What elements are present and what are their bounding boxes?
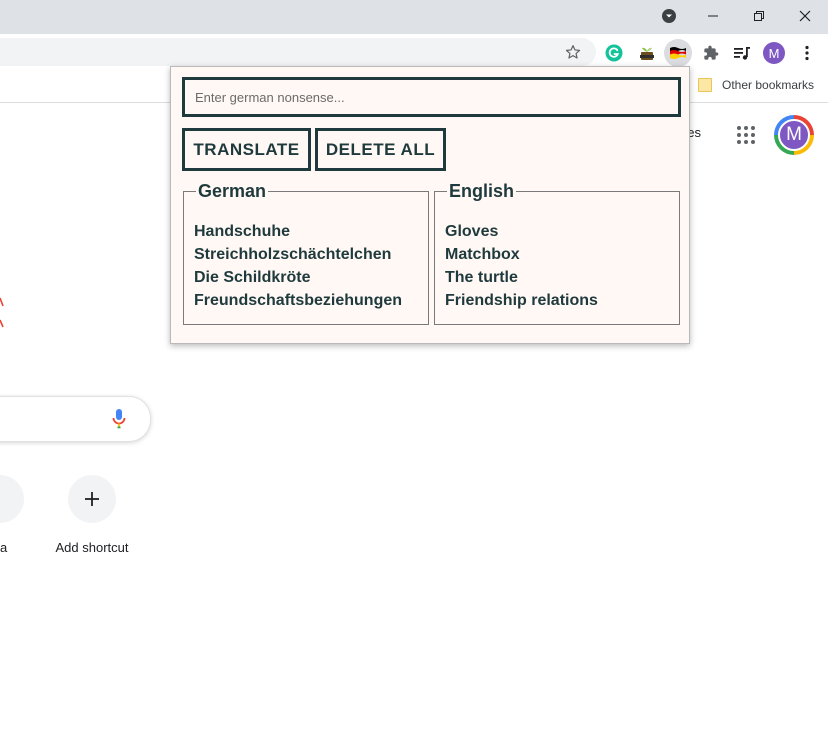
title-bar xyxy=(0,0,828,34)
restore-icon xyxy=(754,11,764,21)
german-translator-extension-button[interactable] xyxy=(664,39,692,67)
english-legend: English xyxy=(449,181,515,201)
chrome-menu-button[interactable] xyxy=(798,42,816,64)
profile-avatar-button[interactable]: M xyxy=(763,42,785,64)
google-apps-icon[interactable] xyxy=(737,126,755,144)
delete-all-button[interactable]: DELETE ALL xyxy=(315,128,446,171)
close-window-button[interactable] xyxy=(782,0,828,32)
playlist-icon xyxy=(734,47,750,60)
grammarly-extension-button[interactable] xyxy=(601,40,627,66)
address-bar[interactable] xyxy=(0,38,596,66)
tab-search-button[interactable] xyxy=(646,0,692,32)
german-word: Die Schildkröte xyxy=(194,269,311,286)
german-word: Streichholzschächtelchen xyxy=(194,246,392,263)
microphone-icon xyxy=(112,409,126,429)
puzzle-icon xyxy=(704,45,719,60)
shortcut-tile[interactable] xyxy=(0,475,24,523)
english-word: The turtle xyxy=(445,269,518,286)
german-word: Handschuhe xyxy=(194,223,291,240)
ntp-avatar-initial: M xyxy=(778,119,810,151)
english-word: Gloves xyxy=(445,223,499,240)
add-shortcut-button[interactable] xyxy=(68,475,116,523)
tab-search-icon xyxy=(662,9,676,23)
voice-search-button[interactable] xyxy=(110,408,128,435)
minimize-icon xyxy=(708,15,718,17)
close-icon xyxy=(799,10,811,22)
english-word: Matchbox xyxy=(445,246,520,263)
plant-icon xyxy=(640,47,654,60)
german-legend: German xyxy=(198,181,267,201)
grammarly-icon xyxy=(605,44,623,62)
restore-button[interactable] xyxy=(736,0,782,32)
minimize-button[interactable] xyxy=(690,0,736,32)
english-word: Friendship relations xyxy=(445,292,598,309)
bookmark-star-button[interactable] xyxy=(563,42,583,62)
media-control-button[interactable] xyxy=(729,40,755,66)
more-vertical-icon xyxy=(805,45,809,61)
other-bookmarks-folder[interactable]: Other bookmarks xyxy=(698,76,814,94)
ntp-account-avatar[interactable]: M xyxy=(774,115,814,155)
star-icon xyxy=(565,45,581,59)
search-box[interactable] xyxy=(0,396,151,442)
add-shortcut-label[interactable]: Add shortcut xyxy=(40,540,144,555)
german-word-list: Handschuhe Streichholzschächtelchen Die … xyxy=(194,220,418,312)
english-column: English Gloves Matchbox The turtle Frien… xyxy=(434,181,680,325)
english-word-list: Gloves Matchbox The turtle Friendship re… xyxy=(445,220,669,312)
extensions-button[interactable] xyxy=(698,40,724,66)
translator-popup: TRANSLATE DELETE ALL German Handschuhe S… xyxy=(170,66,690,344)
plus-icon xyxy=(85,492,99,506)
google-logo-fragment xyxy=(0,297,4,328)
plant-extension-button[interactable] xyxy=(634,40,660,66)
german-column: German Handschuhe Streichholzschächtelch… xyxy=(183,181,429,325)
other-bookmarks-label: Other bookmarks xyxy=(722,78,815,92)
german-flag-icon xyxy=(670,47,686,59)
translate-button[interactable]: TRANSLATE xyxy=(182,128,311,171)
german-input-field[interactable] xyxy=(182,77,681,117)
shortcut-label[interactable]: a xyxy=(0,540,7,555)
folder-icon xyxy=(698,78,712,92)
profile-initial: M xyxy=(768,45,780,61)
german-word: Freundschaftsbeziehungen xyxy=(194,292,403,309)
